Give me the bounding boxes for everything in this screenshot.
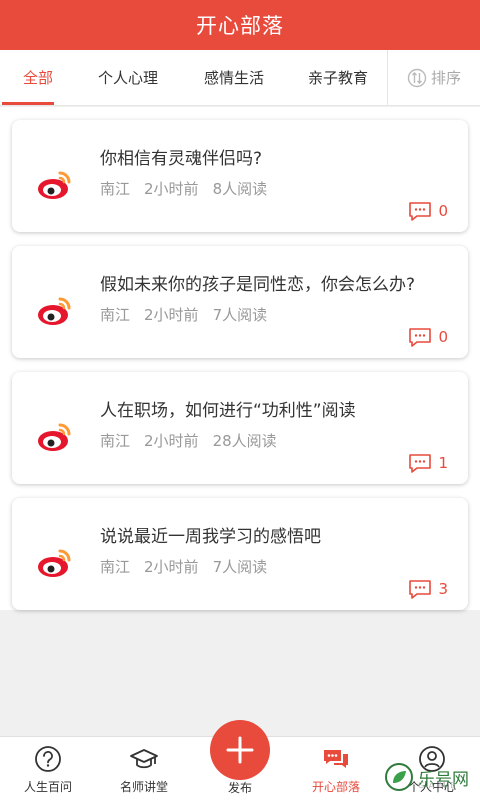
weibo-icon bbox=[38, 423, 71, 451]
tab-parenting[interactable]: 亲子教育 bbox=[288, 50, 388, 105]
watermark-sub: G A M E bbox=[418, 781, 457, 790]
comment-count[interactable]: 1 bbox=[408, 453, 448, 473]
sort-label: 排序 bbox=[430, 69, 461, 87]
graduation-cap-icon bbox=[130, 749, 158, 769]
nav-life-questions[interactable]: 人生百问 bbox=[0, 737, 96, 800]
comment-count-value: 3 bbox=[438, 580, 448, 598]
post-card[interactable]: 说说最近一周我学习的感悟吧 南江 2小时前 7人阅读 3 bbox=[12, 498, 468, 610]
post-author: 南江 bbox=[100, 432, 131, 450]
nav-teacher-lectures[interactable]: 名师讲堂 bbox=[96, 737, 192, 800]
post-reads: 28人阅读 bbox=[212, 432, 277, 450]
comment-count[interactable]: 0 bbox=[408, 201, 448, 221]
sort-button[interactable]: 排序 bbox=[387, 50, 480, 105]
question-icon bbox=[35, 746, 61, 772]
nav-label: 人生百问 bbox=[23, 780, 72, 794]
comment-count-value: 1 bbox=[438, 454, 448, 472]
tab-label: 个人心理 bbox=[97, 69, 158, 87]
post-title: 人在职场，如何进行“功利性”阅读 bbox=[100, 401, 356, 421]
nav-label: 名师讲堂 bbox=[119, 780, 168, 794]
comment-icon bbox=[409, 328, 432, 347]
publish-label: 发布 bbox=[227, 781, 252, 795]
post-card[interactable]: 人在职场，如何进行“功利性”阅读 南江 2小时前 28人阅读 1 bbox=[12, 372, 468, 484]
tab-label: 亲子教育 bbox=[307, 69, 368, 87]
comment-count-value: 0 bbox=[438, 202, 448, 220]
tab-emotional-life[interactable]: 感情生活 bbox=[180, 50, 288, 105]
post-card[interactable]: 假如未来你的孩子是同性恋，你会怎么办? 南江 2小时前 7人阅读 0 bbox=[12, 246, 468, 358]
sort-icon bbox=[407, 68, 427, 87]
comment-count-value: 0 bbox=[438, 328, 448, 346]
post-time: 2小时前 bbox=[144, 306, 199, 324]
post-reads: 7人阅读 bbox=[212, 558, 268, 576]
tab-label: 感情生活 bbox=[203, 69, 264, 87]
post-time: 2小时前 bbox=[144, 432, 199, 450]
post-title: 说说最近一周我学习的感悟吧 bbox=[100, 527, 321, 547]
post-list: 你相信有灵魂伴侣吗? 南江 2小时前 8人阅读 0 假如未来你的孩子是同性恋，你… bbox=[0, 107, 480, 610]
nav-label: 开心部落 bbox=[311, 780, 360, 794]
comment-count[interactable]: 0 bbox=[408, 327, 448, 347]
tab-all[interactable]: 全部 bbox=[0, 50, 76, 105]
comment-icon bbox=[409, 580, 432, 599]
post-author: 南江 bbox=[100, 180, 131, 198]
post-author: 南江 bbox=[100, 558, 131, 576]
leaf-logo-icon bbox=[385, 763, 413, 791]
post-meta: 南江 2小时前 28人阅读 bbox=[100, 430, 277, 451]
post-author: 南江 bbox=[100, 306, 131, 324]
comment-count[interactable]: 3 bbox=[408, 579, 448, 599]
watermark-logo: 乐号网 G A M E bbox=[384, 757, 474, 797]
post-reads: 8人阅读 bbox=[212, 180, 268, 198]
weibo-icon bbox=[38, 549, 71, 577]
tab-label: 全部 bbox=[22, 69, 53, 87]
app-header: 开心部落 bbox=[0, 0, 480, 50]
post-title: 假如未来你的孩子是同性恋，你会怎么办? bbox=[100, 275, 416, 295]
category-tabs: 全部 个人心理 感情生活 亲子教育 排序 bbox=[0, 50, 480, 106]
post-meta: 南江 2小时前 8人阅读 bbox=[100, 178, 267, 199]
chat-bubbles-icon bbox=[324, 750, 348, 768]
post-card[interactable]: 你相信有灵魂伴侣吗? 南江 2小时前 8人阅读 0 bbox=[12, 120, 468, 232]
weibo-icon bbox=[38, 297, 71, 325]
post-meta: 南江 2小时前 7人阅读 bbox=[100, 556, 267, 577]
post-time: 2小时前 bbox=[144, 558, 199, 576]
publish-button[interactable] bbox=[210, 720, 270, 780]
comment-icon bbox=[409, 454, 432, 473]
post-meta: 南江 2小时前 7人阅读 bbox=[100, 304, 267, 325]
post-title: 你相信有灵魂伴侣吗? bbox=[100, 149, 263, 169]
tab-personal-psychology[interactable]: 个人心理 bbox=[76, 50, 180, 105]
weibo-icon bbox=[38, 171, 71, 199]
comment-icon bbox=[409, 202, 432, 221]
post-time: 2小时前 bbox=[144, 180, 199, 198]
nav-happy-tribe[interactable]: 开心部落 bbox=[288, 737, 384, 800]
plus-icon bbox=[226, 736, 254, 764]
post-reads: 7人阅读 bbox=[212, 306, 268, 324]
page-title: 开心部落 bbox=[196, 14, 284, 38]
